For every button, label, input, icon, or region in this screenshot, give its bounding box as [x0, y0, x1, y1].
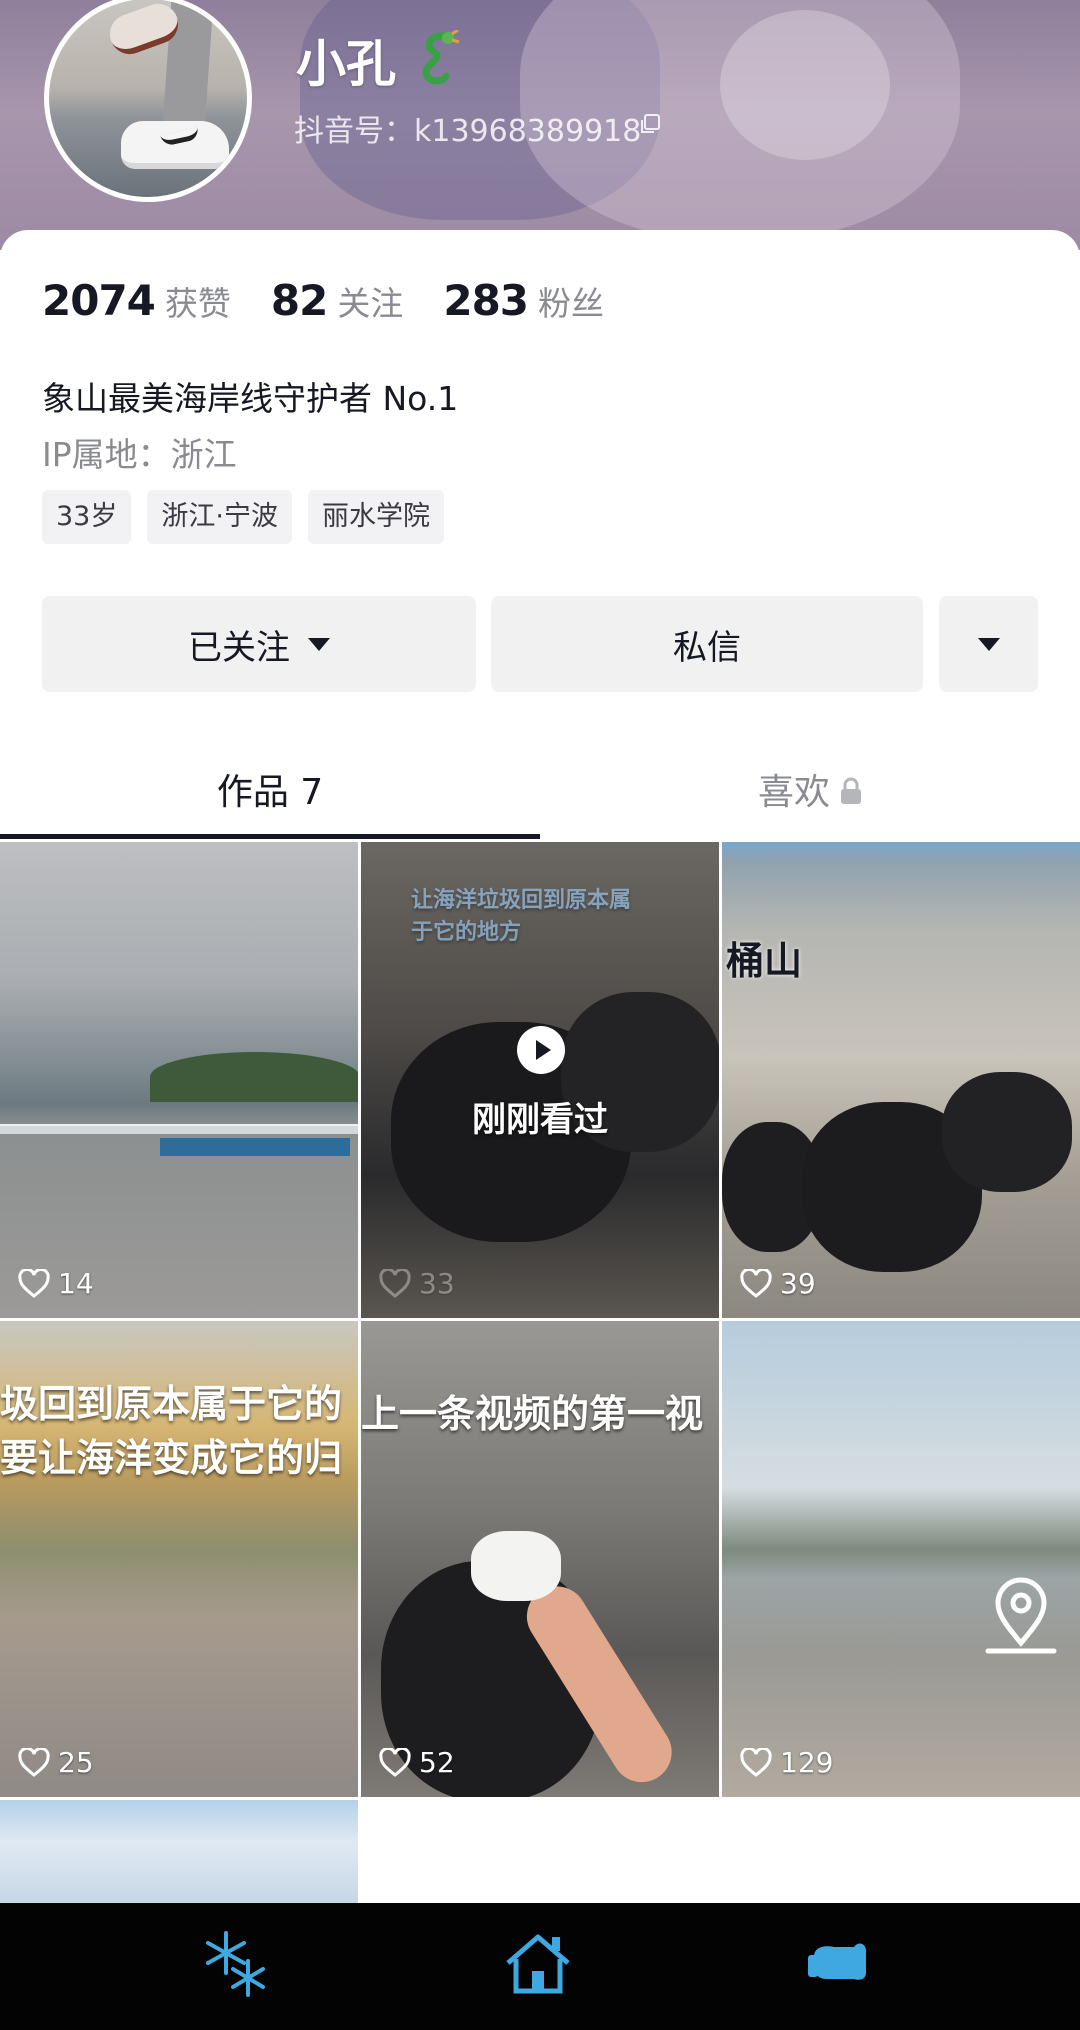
heart-icon [379, 1747, 411, 1777]
play-icon [517, 1026, 565, 1074]
video-thumbnail[interactable] [0, 1800, 358, 1904]
like-count: 14 [18, 1267, 94, 1300]
dragon-emoji-icon [412, 28, 460, 90]
like-count: 52 [379, 1746, 455, 1779]
video-thumbnail[interactable]: 桶山 39 [722, 842, 1080, 1318]
like-count-value: 33 [419, 1267, 455, 1300]
more-options-button[interactable] [939, 596, 1038, 692]
copy-icon[interactable] [638, 112, 662, 136]
profile-banner: 小孔 抖音号：k13968389918 [0, 0, 1080, 250]
heart-icon [740, 1747, 772, 1777]
video-overlay-text: 让海洋垃圾回到原本属于它的地方 [411, 888, 632, 945]
action-buttons: 已关注 私信 [42, 596, 1038, 692]
tag-location: 浙江·宁波 [147, 490, 292, 544]
heart-icon [18, 1747, 50, 1777]
home-icon [506, 1934, 570, 1994]
snowflake-nav-button[interactable] [176, 1913, 296, 2013]
home-nav-button[interactable] [478, 1913, 598, 2013]
content-tabs: 作品 7 喜欢 [0, 740, 1080, 838]
recently-watched-label: 刚刚看过 [472, 1100, 608, 1140]
heart-icon [740, 1268, 772, 1298]
like-count: 25 [18, 1746, 94, 1779]
video-thumbnail[interactable]: 129 [722, 1321, 1080, 1797]
thumbnail-detail [150, 1052, 358, 1102]
heart-icon [18, 1268, 50, 1298]
video-thumbnail[interactable]: 14 [0, 842, 358, 1318]
stat-followers[interactable]: 283 粉丝 [443, 276, 604, 325]
avatar-detail [121, 121, 229, 169]
like-count-value: 52 [419, 1746, 455, 1779]
heart-icon [379, 1268, 411, 1298]
like-count-value: 25 [58, 1746, 94, 1779]
location-pin-icon [985, 1577, 1057, 1654]
like-count-value: 39 [780, 1267, 816, 1300]
douyin-id[interactable]: 抖音号：k13968389918 [294, 106, 641, 150]
stat-following-label: 关注 [337, 284, 404, 323]
tag-age: 33岁 [42, 490, 132, 544]
glove-nav-button[interactable] [780, 1913, 900, 2013]
stat-likes-label: 获赞 [164, 284, 231, 323]
banner-background-shape [720, 10, 890, 160]
stat-following-value: 82 [270, 276, 328, 325]
message-button-label: 私信 [673, 627, 741, 668]
like-count: 39 [740, 1267, 816, 1300]
tab-works-label: 作品 7 [216, 772, 324, 813]
tag-school: 丽水学院 [307, 490, 444, 544]
stat-likes-value: 2074 [42, 276, 156, 325]
video-overlay-text: 上一条视频的第一视 [361, 1392, 704, 1436]
thumbnail-detail [0, 1124, 358, 1134]
message-button[interactable]: 私信 [491, 596, 923, 692]
bio-text: 象山最美海岸线守护者 No.1 [42, 379, 459, 418]
ip-location: IP属地：浙江 [42, 435, 237, 474]
like-count-value: 14 [58, 1267, 94, 1300]
bottom-navigation [0, 1903, 1080, 2030]
stats-row: 2074 获赞 82 关注 283 粉丝 [42, 276, 644, 325]
username: 小孔 [296, 35, 396, 93]
like-count: 33 [379, 1267, 455, 1300]
video-thumbnail[interactable]: 让海洋垃圾回到原本属于它的地方 刚刚看过 33 [361, 842, 719, 1318]
tab-works[interactable]: 作品 7 [0, 740, 540, 838]
snowflake-icon [206, 1931, 265, 1997]
followed-button-label: 已关注 [188, 627, 290, 668]
thumbnail-detail [160, 1138, 350, 1156]
tab-likes[interactable]: 喜欢 [540, 740, 1080, 838]
video-overlay-text: 桶山 [726, 939, 803, 983]
active-tab-indicator [0, 834, 540, 839]
like-count-value: 129 [780, 1746, 834, 1779]
like-count: 129 [740, 1746, 833, 1779]
stat-likes[interactable]: 2074 获赞 [42, 276, 231, 325]
stat-followers-value: 283 [443, 276, 529, 325]
stat-followers-label: 粉丝 [538, 284, 605, 323]
video-overlay-text: 圾回到原本属于它的 [0, 1382, 343, 1426]
stat-following[interactable]: 82 关注 [271, 276, 403, 325]
video-thumbnail[interactable]: 上一条视频的第一视 52 [361, 1321, 719, 1797]
caret-down-icon [977, 637, 1000, 651]
lock-icon [841, 777, 861, 804]
avatar[interactable] [44, 0, 252, 202]
thumbnail-detail [471, 1531, 561, 1601]
glove-icon [808, 1943, 866, 1980]
thumbnail-detail [942, 1072, 1072, 1192]
caret-down-icon [308, 637, 330, 651]
followed-button[interactable]: 已关注 [42, 596, 476, 692]
video-overlay-text: 要让海洋变成它的归 [0, 1436, 343, 1480]
tags-row: 33岁 浙江·宁波 丽水学院 [42, 490, 460, 544]
video-thumbnail[interactable]: 圾回到原本属于它的 要让海洋变成它的归 25 [0, 1321, 358, 1797]
tab-likes-label: 喜欢 [757, 772, 830, 813]
